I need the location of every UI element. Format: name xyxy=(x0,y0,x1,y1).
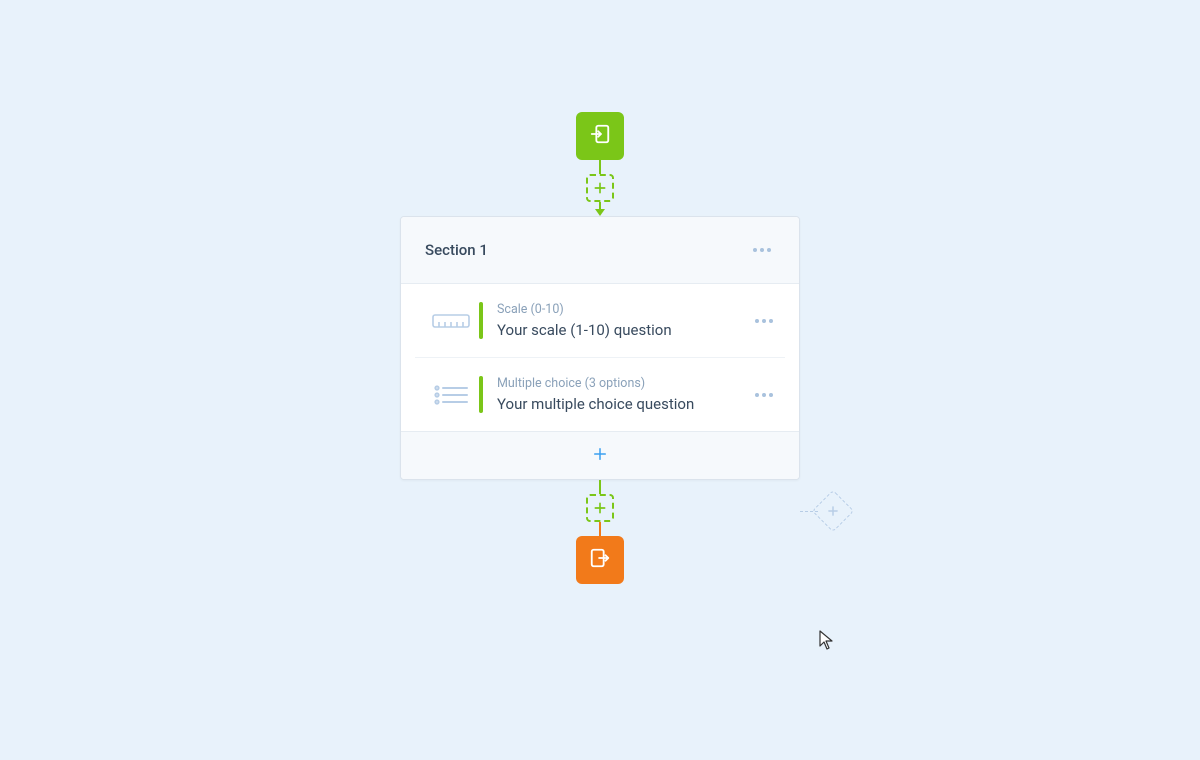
question-type-label: Multiple choice (3 options) xyxy=(497,376,743,391)
connector xyxy=(599,480,601,494)
add-node-after[interactable] xyxy=(586,494,614,522)
arrow-down-icon xyxy=(595,209,605,216)
exit-icon xyxy=(589,547,611,573)
cursor-icon xyxy=(819,630,835,650)
section-header[interactable]: Section 1 xyxy=(401,217,799,284)
question-accent-bar xyxy=(479,302,483,339)
dot-icon xyxy=(755,319,759,323)
question-text: Your scale (1-10) question xyxy=(497,321,743,339)
section-menu-button[interactable] xyxy=(749,244,775,256)
question-list: Scale (0-10) Your scale (1-10) question xyxy=(401,284,799,431)
question-menu-button[interactable] xyxy=(751,389,777,401)
plus-icon xyxy=(592,180,608,196)
question-menu-button[interactable] xyxy=(751,315,777,327)
add-branch-button[interactable] xyxy=(812,490,854,532)
question-row[interactable]: Scale (0-10) Your scale (1-10) question xyxy=(415,284,785,358)
question-text: Your multiple choice question xyxy=(497,395,743,413)
list-icon xyxy=(423,376,479,413)
question-accent-bar xyxy=(479,376,483,413)
question-type-label: Scale (0-10) xyxy=(497,302,743,317)
ruler-icon xyxy=(423,302,479,339)
plus-icon xyxy=(826,504,840,518)
dot-icon xyxy=(769,393,773,397)
plus-icon xyxy=(591,445,609,467)
add-node-before[interactable] xyxy=(586,174,614,202)
section-title: Section 1 xyxy=(425,241,488,259)
start-node[interactable] xyxy=(576,112,624,160)
dot-icon xyxy=(753,248,757,252)
end-node[interactable] xyxy=(576,536,624,584)
dot-icon xyxy=(767,248,771,252)
plus-icon xyxy=(592,500,608,516)
flow-canvas[interactable]: Section 1 Sc xyxy=(0,0,1200,760)
dot-icon xyxy=(760,248,764,252)
connector xyxy=(599,160,601,174)
dot-icon xyxy=(769,319,773,323)
enter-icon xyxy=(589,123,611,149)
connector xyxy=(599,522,601,536)
dot-icon xyxy=(755,393,759,397)
dot-icon xyxy=(762,319,766,323)
section-card[interactable]: Section 1 Sc xyxy=(400,216,800,480)
question-row[interactable]: Multiple choice (3 options) Your multipl… xyxy=(415,358,785,431)
dot-icon xyxy=(762,393,766,397)
add-question-button[interactable] xyxy=(401,431,799,479)
